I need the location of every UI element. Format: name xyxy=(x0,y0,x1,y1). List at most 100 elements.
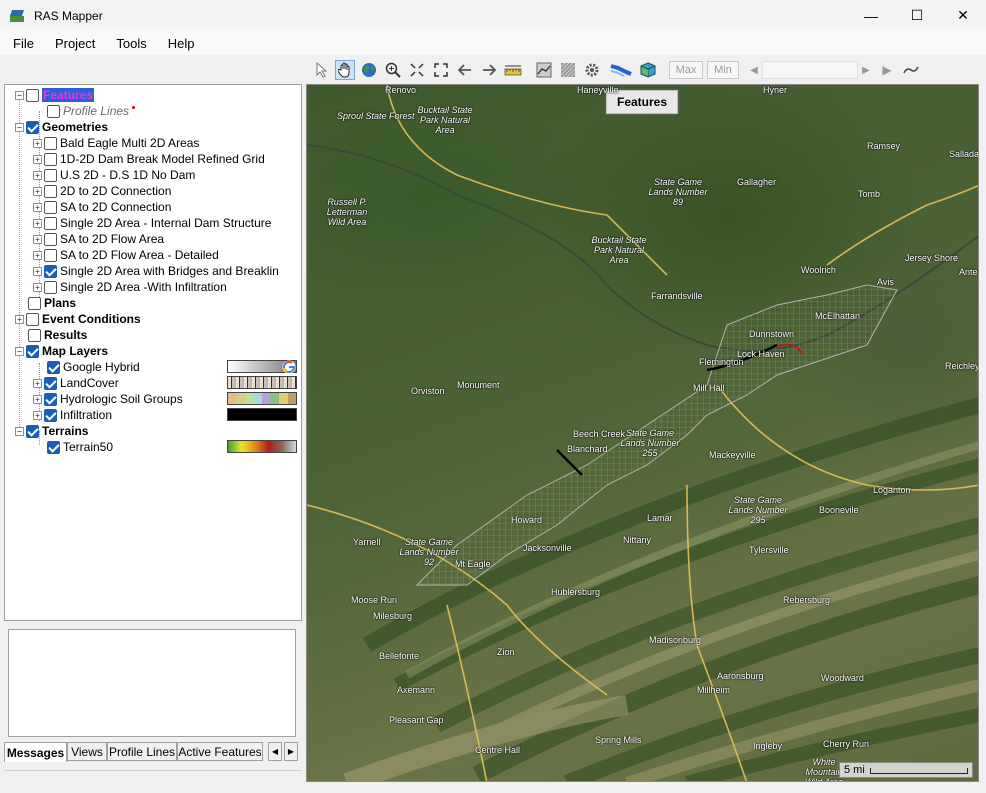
geometry-checkbox[interactable] xyxy=(44,136,57,150)
geometry-checkbox[interactable] xyxy=(44,152,57,166)
stream-line-icon[interactable] xyxy=(609,60,633,80)
play-icon[interactable]: ▶ xyxy=(877,60,897,80)
tab-views[interactable]: Views xyxy=(67,742,107,761)
message-box[interactable] xyxy=(8,629,296,737)
geometry-item[interactable]: + U.S 2D - D.S 1D No Dam xyxy=(33,167,195,183)
geometry-checkbox[interactable] xyxy=(44,200,57,214)
zoom-extent-icon[interactable] xyxy=(407,60,427,80)
animation-speed-icon[interactable] xyxy=(901,60,921,80)
expand-icon[interactable]: + xyxy=(33,186,42,196)
geometry-checkbox[interactable] xyxy=(44,216,57,230)
tree-node-event-conditions[interactable]: + Event Conditions xyxy=(15,311,141,327)
geometry-checkbox[interactable] xyxy=(44,248,57,262)
expand-icon[interactable]: + xyxy=(33,394,42,404)
min-field[interactable]: Min xyxy=(707,61,739,79)
settings-gear-icon[interactable] xyxy=(582,60,602,80)
google-hybrid-swatch[interactable] xyxy=(227,360,297,374)
geometry-checkbox[interactable] xyxy=(44,264,57,278)
results-checkbox[interactable] xyxy=(28,328,41,342)
features-checkbox[interactable] xyxy=(26,88,39,102)
expand-icon[interactable]: + xyxy=(33,170,42,180)
hatch-layer-icon[interactable] xyxy=(558,60,578,80)
geometries-checkbox[interactable] xyxy=(26,120,39,134)
close-button[interactable]: ✕ xyxy=(940,0,986,31)
measure-ruler-icon[interactable] xyxy=(503,60,523,80)
expand-icon[interactable]: + xyxy=(33,138,42,148)
profile-lines-checkbox[interactable] xyxy=(47,104,60,118)
infiltration-swatch[interactable] xyxy=(227,408,297,421)
landcover-swatch[interactable] xyxy=(227,376,297,389)
geometry-checkbox[interactable] xyxy=(44,168,57,182)
map-layer-infiltration[interactable]: + Infiltration xyxy=(33,407,112,423)
tab-scroll-right-icon[interactable]: ▶ xyxy=(284,742,298,761)
menu-tools[interactable]: Tools xyxy=(108,36,154,51)
expand-icon[interactable]: + xyxy=(15,314,24,324)
back-arrow-icon[interactable] xyxy=(455,60,475,80)
geometry-item[interactable]: +1D-2D Dam Break Model Refined Grid xyxy=(33,151,265,167)
tree-node-profile-lines[interactable]: Profile Lines xyxy=(47,103,136,119)
landcover-checkbox[interactable] xyxy=(44,376,57,390)
geometry-item[interactable]: + Single 2D Area - Internal Dam Structure xyxy=(33,215,271,231)
menu-project[interactable]: Project xyxy=(47,36,103,51)
infiltration-checkbox[interactable] xyxy=(44,408,57,422)
slider-left-icon[interactable]: ◀ xyxy=(744,60,764,80)
expand-icon[interactable]: + xyxy=(33,218,42,228)
expand-icon[interactable]: + xyxy=(33,378,42,388)
map-layer-google-hybrid[interactable]: Google Hybrid xyxy=(47,359,140,375)
terrains-checkbox[interactable] xyxy=(26,424,39,438)
tree-node-geometries[interactable]: − Geometries xyxy=(15,119,108,135)
expand-icon[interactable]: + xyxy=(33,202,42,212)
expand-icon[interactable]: + xyxy=(33,282,42,292)
expand-icon[interactable]: + xyxy=(33,154,42,164)
collapse-icon[interactable]: − xyxy=(15,426,24,436)
geometry-item[interactable]: + Bald Eagle Multi 2D Areas xyxy=(33,135,199,151)
tab-messages[interactable]: Messages xyxy=(4,742,67,762)
geometry-item[interactable]: +2D to 2D Connection xyxy=(33,183,171,199)
geometry-item[interactable]: + Single 2D Area with Bridges and Breakli… xyxy=(33,263,279,279)
menu-help[interactable]: Help xyxy=(160,36,203,51)
geometry-item[interactable]: + Single 2D Area -With Infiltration xyxy=(33,279,227,295)
geometry-item[interactable]: + SA to 2D Flow Area xyxy=(33,231,164,247)
expand-icon[interactable]: + xyxy=(33,266,42,276)
full-extent-icon[interactable] xyxy=(431,60,451,80)
soil-groups-checkbox[interactable] xyxy=(44,392,57,406)
collapse-icon[interactable]: − xyxy=(15,90,24,100)
tree-node-terrains[interactable]: − Terrains xyxy=(15,423,88,439)
geometry-checkbox[interactable] xyxy=(44,280,57,294)
terrain50-swatch[interactable] xyxy=(227,440,297,453)
expand-icon[interactable]: + xyxy=(33,410,42,420)
map-view[interactable]: Features Renovo Sproul State Forest Buck… xyxy=(306,84,979,782)
tree-node-map-layers[interactable]: − Map Layers xyxy=(15,343,108,359)
globe-icon[interactable] xyxy=(359,60,379,80)
geometry-checkbox[interactable] xyxy=(44,184,57,198)
event-conditions-checkbox[interactable] xyxy=(26,312,39,326)
terrain50-checkbox[interactable] xyxy=(47,440,60,454)
pan-hand-icon[interactable] xyxy=(335,60,355,80)
geometry-checkbox[interactable] xyxy=(44,232,57,246)
plans-checkbox[interactable] xyxy=(28,296,41,310)
tree-node-features[interactable]: − Features xyxy=(15,87,95,103)
google-hybrid-checkbox[interactable] xyxy=(47,360,60,374)
zoom-in-icon[interactable] xyxy=(383,60,403,80)
map-layer-hydrologic-soil-groups[interactable]: + Hydrologic Soil Groups xyxy=(33,391,183,407)
tree-node-plans[interactable]: Plans xyxy=(28,295,76,311)
collapse-icon[interactable]: − xyxy=(15,122,24,132)
expand-icon[interactable]: + xyxy=(33,250,42,260)
3d-cube-icon[interactable] xyxy=(638,60,658,80)
profile-chart-icon[interactable] xyxy=(534,60,554,80)
terrain-item[interactable]: Terrain50 xyxy=(47,439,113,455)
collapse-icon[interactable]: − xyxy=(15,346,24,356)
menu-file[interactable]: File xyxy=(5,36,42,51)
geometry-item[interactable]: + SA to 2D Connection xyxy=(33,199,171,215)
tab-profile-lines[interactable]: Profile Lines xyxy=(107,742,177,761)
max-field[interactable]: Max xyxy=(669,61,703,79)
map-layer-landcover[interactable]: + LandCover xyxy=(33,375,119,391)
map-layers-checkbox[interactable] xyxy=(26,344,39,358)
tab-scroll-left-icon[interactable]: ◀ xyxy=(268,742,282,761)
maximize-button[interactable]: ☐ xyxy=(894,0,940,31)
minimize-button[interactable]: — xyxy=(848,0,894,31)
tab-active-features[interactable]: Active Features xyxy=(177,742,263,761)
time-slider[interactable] xyxy=(762,61,858,79)
tree-node-results[interactable]: Results xyxy=(28,327,87,343)
expand-icon[interactable]: + xyxy=(33,234,42,244)
